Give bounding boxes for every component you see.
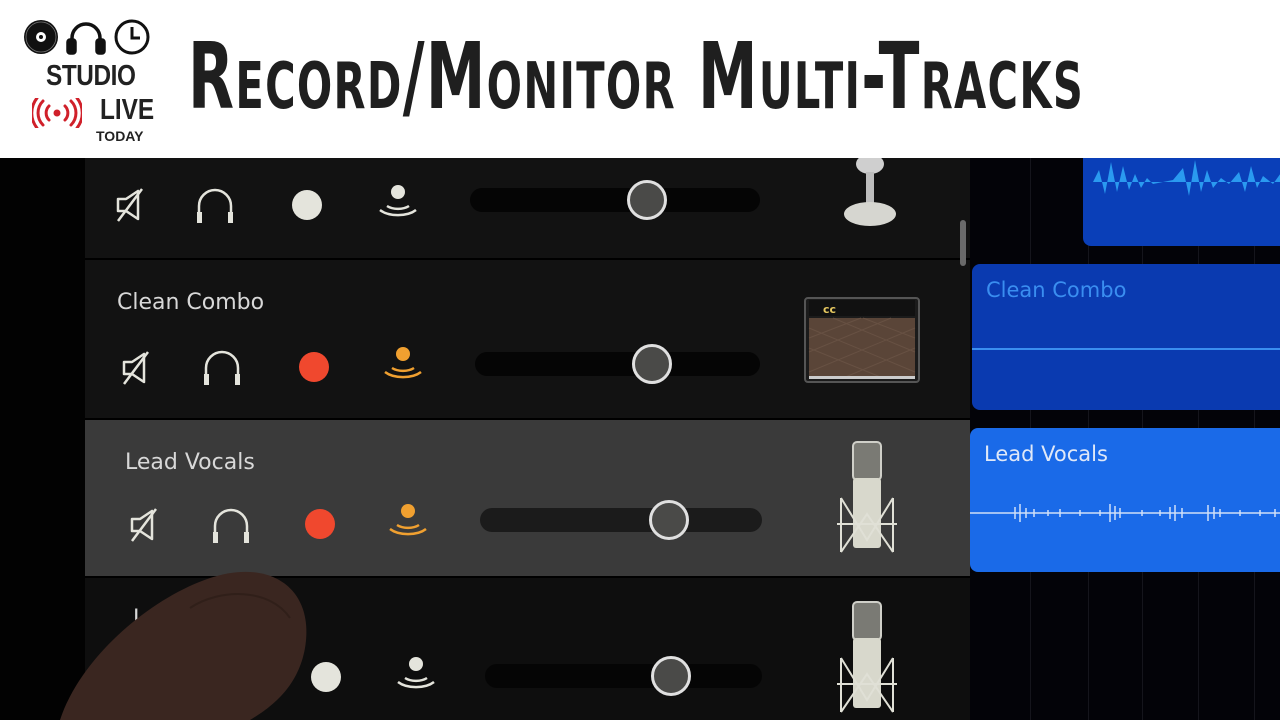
region-name: Lead Vocals (984, 442, 1108, 466)
audio-region-lead-vocals[interactable]: Lead Vocals (970, 428, 1280, 572)
vinyl-disc-icon (24, 20, 58, 54)
headphones-icon (204, 350, 240, 385)
monitor-headphones-button[interactable] (206, 500, 256, 550)
garageband-tracks-view: Clean Combo cc Lead Vocals Clean Combo L… (0, 158, 1280, 720)
input-monitoring-button[interactable] (383, 497, 433, 547)
timeline-area[interactable]: Clean Combo Lead Vocals (970, 158, 1280, 720)
logo-text-studio: STUDIO (46, 60, 136, 92)
input-monitor-icon (389, 504, 427, 536)
guitar-amp-icon: cc (804, 297, 920, 383)
speaker-muted-icon (122, 351, 149, 385)
volume-slider[interactable] (485, 656, 762, 696)
headphones-icon (66, 22, 106, 55)
condenser-microphone-icon (837, 441, 897, 553)
input-monitoring-button[interactable] (373, 178, 423, 228)
svg-text:cc: cc (823, 303, 836, 316)
flat-waveform (972, 348, 1280, 350)
audio-region[interactable] (1083, 158, 1280, 246)
headphones-icon (197, 188, 233, 223)
track-name: Clean Combo (117, 290, 265, 315)
mute-button[interactable] (105, 180, 155, 230)
video-title: Record/Monitor Multi-Tracks (188, 23, 1085, 130)
input-monitor-icon (379, 185, 417, 217)
input-monitor-icon (397, 657, 435, 689)
vertical-scroll-indicator[interactable] (960, 220, 966, 266)
monitor-headphones-button[interactable] (197, 342, 247, 392)
record-dot-icon (299, 352, 329, 382)
volume-slider[interactable] (470, 180, 760, 220)
finger-overlay (60, 571, 307, 720)
speaker-muted-icon (130, 508, 157, 542)
waveform (1083, 160, 1280, 196)
track-header[interactable] (85, 158, 970, 258)
track-name: Lead Vocals (125, 450, 255, 475)
record-enable-button[interactable] (282, 180, 332, 230)
volume-slider[interactable] (480, 500, 762, 540)
clock-icon (114, 19, 150, 55)
mute-button[interactable] (119, 500, 169, 550)
input-monitoring-button[interactable] (378, 340, 428, 390)
headphones-icon (213, 508, 249, 543)
speaker-muted-icon (116, 188, 143, 222)
record-enable-button[interactable] (295, 499, 345, 549)
waveform (970, 504, 1280, 522)
volume-slider-knob[interactable] (648, 500, 689, 540)
record-enable-button[interactable] (289, 342, 339, 392)
video-title-banner: STUDIO LIVE TODAY Record/Monitor Multi-T… (0, 0, 1280, 158)
logo-icons (24, 19, 150, 55)
track-header[interactable]: Clean Combo cc (85, 260, 970, 418)
mute-button[interactable] (111, 343, 161, 393)
vintage-microphone-icon (844, 158, 896, 226)
region-name: Clean Combo (986, 278, 1127, 302)
audio-region-clean-combo[interactable]: Clean Combo (972, 264, 1280, 410)
monitor-headphones-button[interactable] (190, 180, 240, 230)
volume-slider-knob[interactable] (650, 656, 691, 696)
volume-slider-knob[interactable] (626, 180, 667, 220)
logo-text-live: LIVE (100, 94, 155, 126)
volume-slider[interactable] (475, 344, 760, 384)
input-monitor-icon (384, 347, 422, 379)
logo-text-today: TODAY (96, 128, 144, 144)
studio-live-today-logo: STUDIO LIVE TODAY (20, 14, 160, 150)
track-header-selected[interactable]: Lead Vocals (85, 420, 970, 576)
input-monitoring-button[interactable] (391, 650, 441, 700)
record-dot-icon (305, 509, 335, 539)
record-dot-icon (292, 190, 322, 220)
volume-slider-knob[interactable] (631, 344, 672, 384)
broadcast-icon (32, 98, 82, 128)
condenser-microphone-icon (837, 601, 897, 713)
